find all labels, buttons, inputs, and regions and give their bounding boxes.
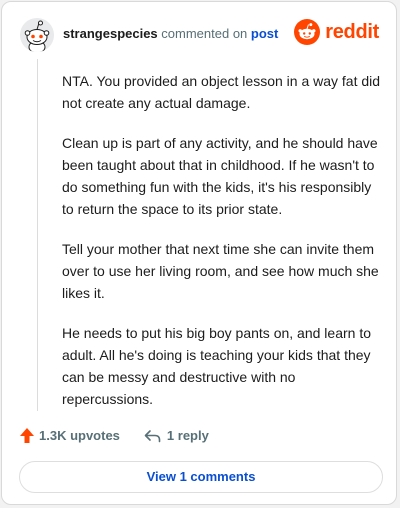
reddit-logo-icon xyxy=(294,19,321,45)
view-comments-button[interactable]: View 1 comments xyxy=(19,461,383,493)
comment-actions: 1.3K upvotes 1 reply xyxy=(19,427,209,444)
reply-count: 1 reply xyxy=(166,428,209,443)
upvote-count: 1.3K upvotes xyxy=(39,428,120,443)
action-text: commented on xyxy=(161,26,248,41)
user-avatar[interactable] xyxy=(20,18,54,52)
comment-paragraph: Tell your mother that next time she can … xyxy=(62,241,379,301)
reply-arrow-icon xyxy=(144,429,161,442)
comment-paragraph: NTA. You provided an object lesson in a … xyxy=(62,73,381,111)
reddit-wordmark: reddit xyxy=(325,20,379,43)
comment-body: NTA. You provided an object lesson in a … xyxy=(62,70,384,428)
comment-header: strangespecies commented on post xyxy=(63,26,278,41)
snoo-avatar-icon xyxy=(20,18,54,52)
thread-line[interactable] xyxy=(37,59,38,411)
upvote-button[interactable]: 1.3K upvotes xyxy=(19,427,120,444)
reply-button[interactable]: 1 reply xyxy=(144,428,209,443)
reddit-logo[interactable]: reddit xyxy=(294,19,379,45)
comment-paragraph: He needs to put his big boy pants on, an… xyxy=(62,325,371,407)
comment-paragraph: Clean up is part of any activity, and he… xyxy=(62,135,378,217)
upvote-arrow-icon xyxy=(20,428,34,443)
comment-card: strangespecies commented on post reddit … xyxy=(1,1,397,505)
username-link[interactable]: strangespecies xyxy=(63,26,158,41)
post-link[interactable]: post xyxy=(251,26,278,41)
